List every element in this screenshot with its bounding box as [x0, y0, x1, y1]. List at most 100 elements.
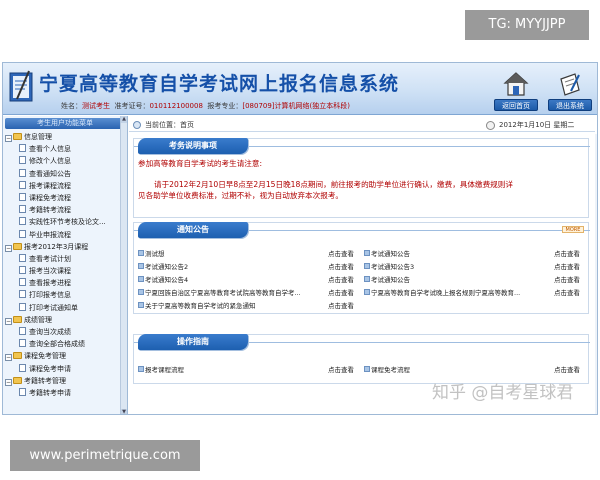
sidebar-item[interactable]: 查看通知公告	[5, 168, 127, 180]
scroll-down-arrow-icon[interactable]: ▼	[121, 409, 127, 414]
sidebar-item[interactable]: 查看报考进程	[5, 277, 127, 289]
sidebar-item[interactable]: 修改个人信息	[5, 155, 127, 167]
news-row: 关于宁夏高等教育自学考试的紧急通知 点击查看	[138, 300, 586, 313]
news-view-link[interactable]: 点击查看	[328, 261, 354, 274]
sidebar-item-label: 查看个人信息	[29, 145, 71, 154]
sidebar-item-label: 查看报考进程	[29, 279, 71, 288]
bullet-icon	[138, 263, 144, 269]
current-date: 2012年1月10日 星期二	[499, 121, 575, 129]
page-icon	[19, 168, 26, 177]
sidebar-item[interactable]: 考籍转考申请	[5, 387, 127, 399]
news-item-title: 宁夏回族自治区宁夏高等教育考试院高等教育自学考...	[145, 289, 301, 297]
page-icon	[19, 229, 26, 238]
news-item-title: 关于宁夏高等教育自学考试的紧急通知	[145, 302, 256, 310]
sidebar-item-label: 查看考试计划	[29, 254, 71, 263]
scroll-up-arrow-icon[interactable]: ▲	[121, 116, 127, 123]
news-view-link[interactable]: 点击查看	[328, 274, 354, 287]
watermark-top: TG: MYYJJPP	[465, 10, 589, 40]
collapse-toggle-icon[interactable]: −	[5, 244, 12, 252]
collapse-toggle-icon[interactable]: −	[5, 378, 12, 386]
news-item-link[interactable]: 测试想	[138, 248, 322, 261]
sidebar-group[interactable]: − 信息管理	[5, 131, 127, 143]
notice-panel: 考务说明事项 参加高等教育自学考试的考生请注意: 请于2012年2月10日早8点…	[133, 138, 590, 218]
sidebar-group[interactable]: − 课程免考管理	[5, 350, 127, 362]
news-item-link[interactable]: 宁夏高等教育自学考试晚上报名规则宁夏高等教育...	[364, 287, 548, 300]
guide-item-link[interactable]: 课程免考流程	[364, 364, 410, 377]
collapse-toggle-icon[interactable]: −	[5, 354, 12, 362]
guide-view-link[interactable]: 点击查看	[554, 364, 580, 377]
sidebar-item[interactable]: 课程免考流程	[5, 192, 127, 204]
sidebar-item[interactable]: 查询当次成绩	[5, 326, 127, 338]
news-view-link[interactable]: 点击查看	[554, 287, 580, 300]
news-item-link[interactable]: 考试通知公告	[364, 274, 548, 287]
sidebar-item-label: 课程免考申请	[29, 364, 71, 373]
news-list: 测试想 点击查看 考试通知公告 点击查看 考试通知公告2 点击查看 考试通知公告3 点击查看考…	[138, 248, 586, 313]
collapse-toggle-icon[interactable]: −	[5, 317, 12, 325]
news-view-link[interactable]: 点击查看	[328, 287, 354, 300]
sidebar-item[interactable]: 查询全部合格成绩	[5, 338, 127, 350]
page-icon	[19, 302, 26, 311]
sidebar-item[interactable]: 查看考试计划	[5, 253, 127, 265]
news-panel: 通知公告 MORE 测试想 点击查看 考试通知公告 点击查看 考试通知公告2 点击查看 考试…	[133, 222, 590, 314]
news-item-link[interactable]: 考试通知公告	[364, 248, 548, 261]
news-item-link[interactable]: 考试通知公告4	[138, 274, 322, 287]
guide-view-link[interactable]: 点击查看	[328, 364, 354, 377]
notice-tab: 考务说明事项	[138, 138, 248, 154]
sidebar-item[interactable]: 报考课程流程	[5, 180, 127, 192]
news-item-link[interactable]: 考试通知公告2	[138, 261, 322, 274]
sidebar-item[interactable]: 查看个人信息	[5, 143, 127, 155]
sidebar-item-label: 查看通知公告	[29, 169, 71, 178]
sidebar-item-label: 考籍转考申请	[29, 388, 71, 397]
more-link[interactable]: MORE	[562, 226, 584, 233]
home-button[interactable]: 返回首页	[493, 71, 539, 113]
sidebar-item-label: 打印考试通知单	[29, 303, 78, 312]
sidebar-item[interactable]: 考籍转考流程	[5, 204, 127, 216]
name-label: 姓名：	[61, 102, 82, 110]
sidebar-item-label: 打印报考信息	[29, 291, 71, 300]
news-view-link[interactable]: 点击查看	[328, 300, 354, 313]
breadcrumb: 当前位置：首页 2012年1月10日 星期二	[129, 118, 595, 132]
sidebar-item[interactable]: 课程免考申请	[5, 363, 127, 375]
sidebar-group[interactable]: − 考籍转考管理	[5, 375, 127, 387]
sidebar-item[interactable]: 报考当次课程	[5, 265, 127, 277]
news-row: 考试通知公告2 点击查看 考试通知公告3 点击查看	[138, 261, 586, 274]
logout-button[interactable]: 退出系统	[547, 71, 593, 113]
news-item-title: 宁夏高等教育自学考试晚上报名规则宁夏高等教育...	[371, 289, 521, 297]
name-value: 测试考生	[82, 102, 110, 110]
sidebar-scrollbar[interactable]: ▲ ▼	[120, 116, 127, 414]
breadcrumb-label: 当前位置：首页	[145, 121, 194, 129]
sidebar-item[interactable]: 毕业申报流程	[5, 229, 127, 241]
news-view-link[interactable]: 点击查看	[554, 261, 580, 274]
main-scrollbar[interactable]	[595, 134, 597, 414]
sidebar-item-label: 查询当次成绩	[29, 328, 71, 336]
news-view-link[interactable]: 点击查看	[328, 248, 354, 261]
page-icon	[19, 339, 26, 348]
system-title: 宁夏高等教育自学考试网上报名信息系统	[39, 73, 400, 95]
sidebar-group-label: 报考2012年3月课程	[24, 242, 89, 251]
sidebar-item[interactable]: 实践性环节考核及论文...	[5, 216, 127, 228]
news-item-title: 考试通知公告3	[371, 263, 415, 271]
sidebar-item-label: 实践性环节考核及论文...	[29, 218, 106, 227]
user-info-strip: 姓名：测试考生 准考证号：010112100008 报考专业：[080709]计…	[61, 100, 361, 113]
news-view-link[interactable]: 点击查看	[554, 274, 580, 287]
news-item-link[interactable]: 考试通知公告3	[364, 261, 548, 274]
bullet-icon	[138, 289, 144, 295]
collapse-toggle-icon[interactable]: −	[5, 135, 12, 142]
page-icon	[19, 156, 26, 165]
news-item-link[interactable]: 关于宁夏高等教育自学考试的紧急通知	[138, 300, 322, 313]
bullet-icon	[364, 289, 370, 295]
guide-item-title: 报考课程流程	[145, 366, 184, 374]
major-label: 报考专业：	[207, 102, 243, 110]
news-item-link[interactable]: 宁夏回族自治区宁夏高等教育考试院高等教育自学考...	[138, 287, 322, 300]
sidebar-group[interactable]: − 报考2012年3月课程	[5, 241, 127, 253]
sidebar-item[interactable]: 打印报考信息	[5, 289, 127, 301]
ticket-value: 010112100008	[149, 102, 203, 110]
news-view-link[interactable]: 点击查看	[554, 248, 580, 261]
clock-icon	[486, 121, 495, 130]
sidebar-group[interactable]: − 成绩管理	[5, 314, 127, 326]
sidebar-item[interactable]: 打印考试通知单	[5, 302, 127, 314]
guide-item-link[interactable]: 报考课程流程	[138, 364, 184, 377]
ticket-label: 准考证号：	[114, 102, 150, 110]
guide-tab: 操作指南	[138, 334, 248, 350]
folder-icon	[13, 315, 22, 323]
